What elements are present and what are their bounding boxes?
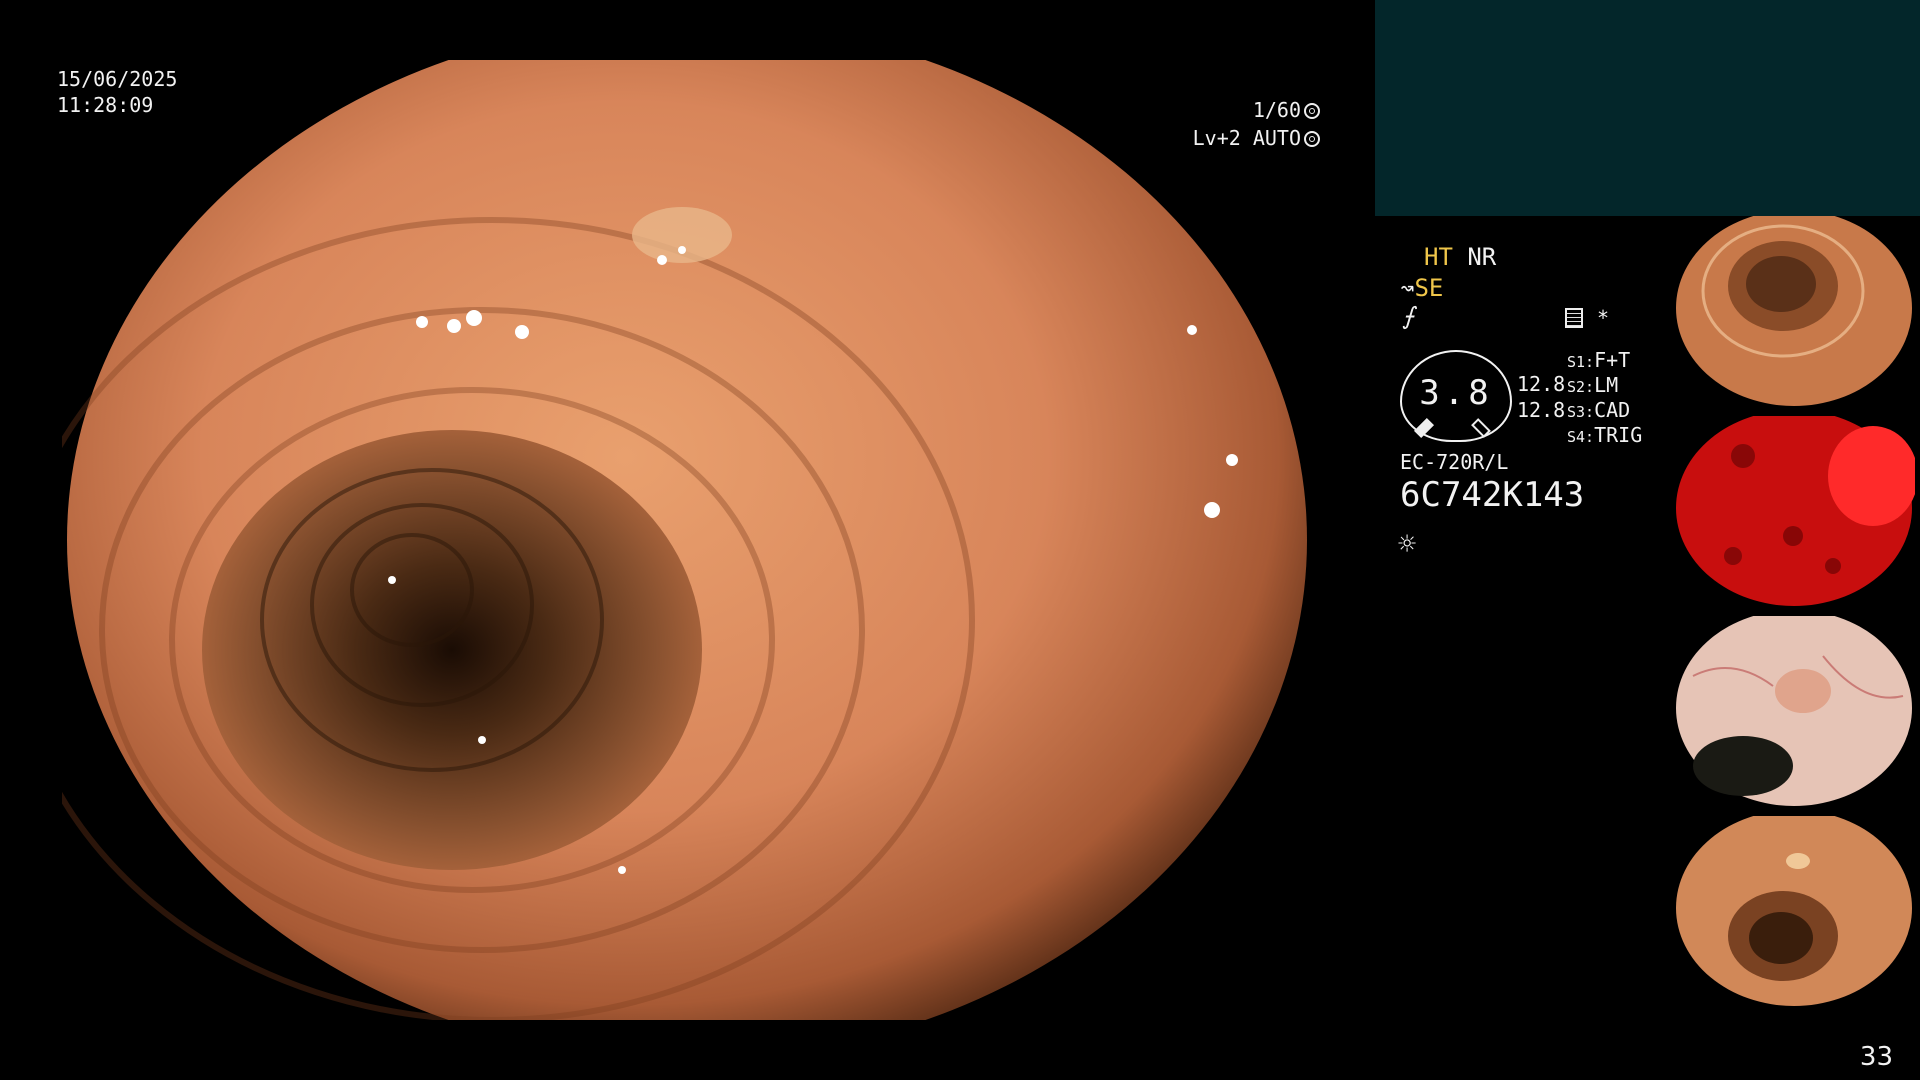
- switch-2: S2:LM: [1567, 375, 1618, 395]
- switch-value: F+T: [1594, 348, 1631, 372]
- date-text: 15/06/2025: [57, 67, 178, 91]
- ht-nr-status: HT NR: [1424, 245, 1496, 269]
- page-number: 33: [1859, 1042, 1893, 1072]
- switch-4: S4:TRIG: [1567, 425, 1642, 445]
- switch-1: S1:F+T: [1567, 350, 1630, 370]
- switch-3: S3:CAD: [1567, 400, 1630, 420]
- scope-model: EC-720R/L: [1400, 450, 1509, 474]
- structure-enhance-icon: ↝: [1400, 274, 1415, 302]
- switch-value: TRIG: [1594, 423, 1643, 447]
- brightness-level: Lv+2 AUTO: [1193, 128, 1320, 148]
- switch-key: S4:: [1567, 428, 1595, 446]
- star-mark: *: [1597, 306, 1610, 330]
- polyp-closeup-thumbnail[interactable]: [1673, 616, 1915, 806]
- se-status: ↝SE: [1400, 276, 1443, 300]
- value-a: 12.8: [1517, 372, 1566, 396]
- se-label: SE: [1414, 274, 1444, 302]
- record-status: *: [1565, 308, 1609, 328]
- time-text: 11:28:09: [57, 93, 154, 117]
- auto-iris-icon: [1304, 131, 1320, 147]
- colon-folds-thumbnail[interactable]: [1673, 816, 1915, 1006]
- level-text: Lv+2 AUTO: [1192, 126, 1301, 150]
- date-time: 15/06/2025 11:28:09: [57, 66, 177, 118]
- switch-key: S1:: [1567, 353, 1595, 371]
- switch-key: S3:: [1567, 403, 1595, 421]
- shutter-icon: [1304, 103, 1320, 119]
- colon-lumen-thumbnail[interactable]: [1673, 216, 1915, 406]
- switch-value: CAD: [1594, 398, 1631, 422]
- nr-label: NR: [1467, 243, 1497, 271]
- light-source-icon: ☼: [1398, 527, 1417, 562]
- scope-serial: 6C742K143: [1400, 475, 1585, 515]
- switch-value: LM: [1594, 373, 1619, 397]
- record-icon: [1565, 308, 1583, 328]
- shutter-speed: 1/60: [1253, 100, 1320, 120]
- switch-key: S2:: [1567, 378, 1595, 396]
- function-icon: ⨍: [1402, 302, 1415, 330]
- shutter-text: 1/60: [1252, 98, 1301, 122]
- value-b: 12.8: [1517, 398, 1566, 422]
- ht-label: HT: [1424, 243, 1453, 271]
- gauge-value: 3.8: [1419, 373, 1493, 413]
- info-panel-top: [1375, 0, 1920, 216]
- endoscope-main-view: [62, 60, 1312, 1020]
- red-view-thumbnail[interactable]: [1673, 416, 1915, 606]
